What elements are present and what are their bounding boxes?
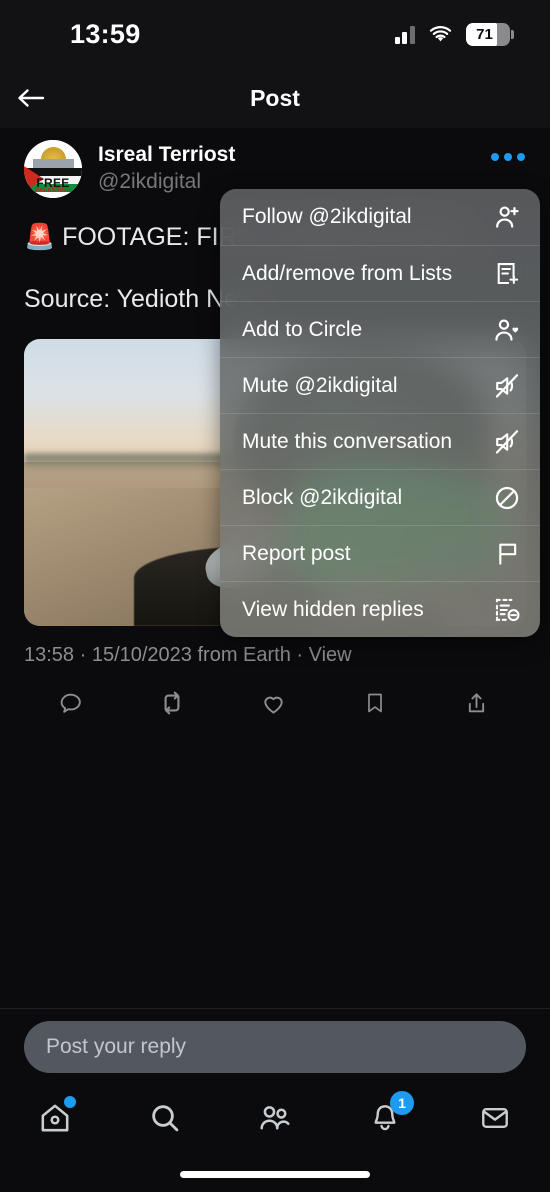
heart-icon[interactable] — [251, 681, 295, 725]
menu-item-label: Add to Circle — [242, 317, 363, 341]
bottom-navigation: 1 — [0, 1084, 550, 1152]
bookmark-icon[interactable] — [353, 681, 397, 725]
retweet-icon[interactable] — [150, 681, 194, 725]
author-handle: @2ikdigital — [98, 170, 202, 194]
back-button[interactable] — [0, 68, 62, 128]
avatar[interactable]: FREE PALESTINE — [24, 140, 82, 198]
search-icon — [152, 1105, 179, 1132]
post-actions — [0, 667, 550, 725]
person-heart-icon — [492, 315, 522, 345]
author-block[interactable]: Isreal Terriost @2ikdigital — [98, 140, 235, 196]
wifi-icon — [428, 25, 453, 44]
menu-item-report[interactable]: Report post — [220, 525, 540, 581]
menu-item-label: Block @2ikdigital — [242, 485, 403, 509]
status-bar-clock: 13:59 — [70, 18, 141, 49]
reply-input[interactable] — [24, 1020, 526, 1073]
status-bar: 13:59 71 — [0, 0, 550, 68]
hidden-replies-icon — [492, 595, 522, 625]
menu-item-label: Mute @2ikdigital — [242, 373, 398, 397]
app-bar: Post — [0, 68, 550, 128]
home-badge-dot — [64, 1096, 76, 1108]
menu-item-label: Follow @2ikdigital — [242, 205, 412, 228]
nav-item-home[interactable] — [22, 1090, 88, 1146]
signal-bars-icon — [394, 25, 415, 44]
speaker-mute-icon — [492, 371, 522, 401]
speaker-mute-icon — [492, 427, 522, 457]
post-header: FREE PALESTINE Isreal Terriost @2ikdigit… — [0, 128, 550, 198]
envelope-icon — [482, 1108, 508, 1128]
avatar-text-palestine: PALESTINE — [35, 188, 71, 194]
menu-item-label: Add/remove from Lists — [242, 261, 453, 285]
notifications-badge-count: 1 — [390, 1091, 414, 1115]
share-icon[interactable] — [454, 681, 498, 725]
nav-item-communities[interactable] — [242, 1090, 308, 1146]
nav-item-search[interactable] — [132, 1090, 198, 1146]
home-indicator — [180, 1171, 370, 1178]
back-arrow-icon — [18, 89, 45, 107]
flag-icon — [492, 539, 522, 569]
nav-item-notifications[interactable]: 1 — [352, 1090, 418, 1146]
menu-item-lists[interactable]: Add/remove from Lists — [220, 245, 540, 301]
menu-item-follow[interactable]: Follow @2ikdigital — [220, 189, 540, 245]
battery-icon: 71 — [465, 22, 514, 46]
page-title: Post — [250, 84, 300, 111]
author-display-name: Isreal Terriost — [98, 143, 236, 166]
menu-item-mute-user[interactable]: Mute @2ikdigital — [220, 357, 540, 413]
block-circle-icon — [492, 483, 522, 513]
menu-item-label: Report post — [242, 541, 351, 565]
more-options-icon[interactable] — [486, 140, 530, 174]
menu-item-circle[interactable]: Add to Circle — [220, 301, 540, 357]
status-bar-icons: 71 — [394, 22, 514, 46]
menu-item-hidden-replies[interactable]: View hidden replies — [220, 581, 540, 637]
battery-level: 71 — [476, 25, 493, 43]
list-plus-icon — [492, 259, 522, 289]
person-plus-icon — [492, 202, 522, 232]
comment-icon[interactable] — [48, 681, 92, 725]
communities-icon — [260, 1106, 290, 1130]
menu-item-mute-conversation[interactable]: Mute this conversation — [220, 413, 540, 469]
post-context-menu: Follow @2ikdigital Add/remove from Lists — [220, 189, 540, 637]
menu-item-block[interactable]: Block @2ikdigital — [220, 469, 540, 525]
reply-bar — [0, 1008, 550, 1084]
phone-screen: 13:59 71 Post FREE PALESTINE Isreal Terr… — [0, 0, 550, 1192]
menu-item-label: Mute this conversation — [242, 429, 453, 453]
menu-item-label: View hidden replies — [242, 597, 424, 621]
nav-item-messages[interactable] — [462, 1090, 528, 1146]
